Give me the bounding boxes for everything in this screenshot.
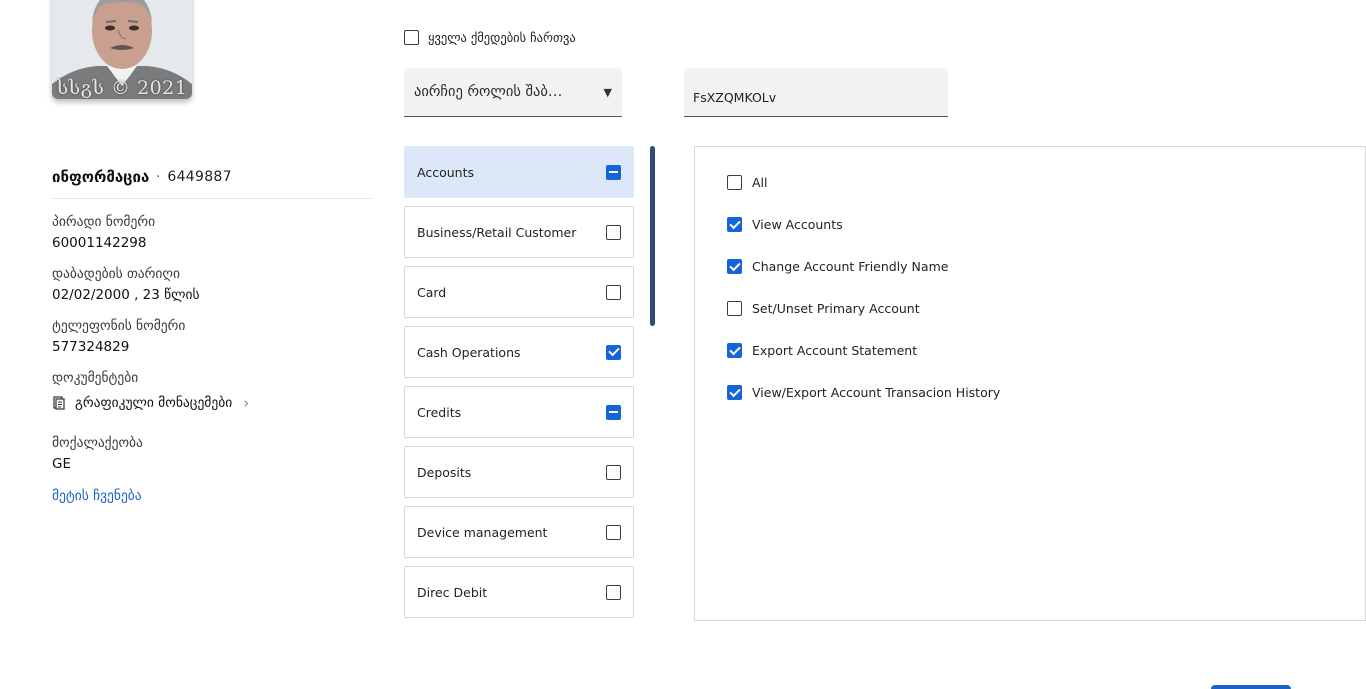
permission-checkbox[interactable] bbox=[727, 301, 742, 316]
permission-checkbox[interactable] bbox=[727, 175, 742, 190]
permission-view-accounts[interactable]: View Accounts bbox=[727, 217, 843, 232]
permission-checkbox[interactable] bbox=[727, 259, 742, 274]
role-template-value: აირჩიე როლის შაბ… bbox=[414, 84, 563, 100]
enable-all-label: ყველა ქმედების ჩართვა bbox=[428, 30, 576, 45]
role-name-value: FsXZQMKOLv bbox=[693, 90, 777, 105]
category-accounts[interactable]: Accounts bbox=[404, 146, 634, 198]
category-scrollbar[interactable] bbox=[650, 146, 655, 326]
personal-number-label: პირადი ნომერი bbox=[52, 214, 156, 230]
category-deposits[interactable]: Deposits bbox=[404, 446, 634, 498]
category-checkbox[interactable] bbox=[606, 164, 621, 180]
citizenship-label: მოქალაქეობა bbox=[52, 435, 143, 451]
document-icon bbox=[53, 396, 65, 410]
phone-label: ტელეფონის ნომერი bbox=[52, 318, 186, 334]
graphic-data-link[interactable]: გრაფიკული მონაცემები › bbox=[52, 394, 249, 412]
role-template-select[interactable]: აირჩიე როლის შაბ… ▼ bbox=[404, 68, 622, 117]
show-more-link[interactable]: მეტის ჩვენება bbox=[52, 488, 142, 504]
phone-value: 577324829 bbox=[52, 339, 130, 355]
permission-label: View/Export Account Transacion History bbox=[752, 385, 1001, 400]
permission-all[interactable]: All bbox=[727, 175, 768, 190]
chevron-down-icon: ▼ bbox=[603, 85, 612, 99]
permission-set-primary-account[interactable]: Set/Unset Primary Account bbox=[727, 301, 920, 316]
chevron-right-icon: › bbox=[243, 394, 250, 412]
category-checkbox[interactable] bbox=[606, 224, 621, 240]
birth-date-field: დაბადების თარიღი 02/02/2000 , 23 წლის bbox=[52, 266, 200, 303]
category-checkbox[interactable] bbox=[606, 464, 621, 480]
graphic-data-label: გრაფიკული მონაცემები bbox=[75, 395, 233, 411]
category-direct-debit[interactable]: Direc Debit bbox=[404, 566, 634, 618]
category-label: Credits bbox=[417, 404, 462, 420]
info-title: ინფორმაცია bbox=[52, 168, 150, 186]
category-checkbox[interactable] bbox=[606, 524, 621, 540]
category-label: Direc Debit bbox=[417, 584, 488, 600]
category-credits[interactable]: Credits bbox=[404, 386, 634, 438]
info-header: ინფორმაცია · 6449887 bbox=[52, 168, 372, 199]
category-checkbox[interactable] bbox=[606, 404, 621, 420]
permission-transaction-history[interactable]: View/Export Account Transacion History bbox=[727, 385, 1000, 400]
permission-label: All bbox=[752, 175, 768, 190]
category-business-retail-customer[interactable]: Business/Retail Customer bbox=[404, 206, 634, 258]
permission-checkbox[interactable] bbox=[727, 385, 742, 400]
permissions-panel: All View Accounts Change Account Friendl… bbox=[694, 146, 1366, 621]
page: სსგს © 2021 ინფორმაცია · 6449887 პირადი … bbox=[0, 0, 1366, 689]
category-device-management[interactable]: Device management bbox=[404, 506, 634, 558]
category-label: Accounts bbox=[417, 164, 474, 180]
phone-field: ტელეფონის ნომერი 577324829 bbox=[52, 318, 185, 355]
info-separator: · bbox=[156, 169, 161, 185]
permission-label: Export Account Statement bbox=[752, 343, 918, 358]
category-label: Cash Operations bbox=[417, 344, 521, 360]
category-card[interactable]: Card bbox=[404, 266, 634, 318]
save-button[interactable] bbox=[1211, 685, 1291, 689]
personal-number-field: პირადი ნომერი 60001142298 bbox=[52, 214, 155, 251]
permission-label: View Accounts bbox=[752, 217, 843, 232]
category-checkbox[interactable] bbox=[606, 284, 621, 300]
permission-checkbox[interactable] bbox=[727, 343, 742, 358]
customer-id: 6449887 bbox=[167, 169, 232, 185]
permission-checkbox[interactable] bbox=[727, 217, 742, 232]
birth-date-label: დაბადების თარიღი bbox=[52, 266, 180, 282]
birth-date-value: 02/02/2000 , 23 წლის bbox=[52, 287, 200, 303]
category-label: Business/Retail Customer bbox=[417, 224, 577, 240]
documents-field: დოკუმენტები გრაფიკული მონაცემები › bbox=[52, 370, 249, 412]
category-label: Device management bbox=[417, 524, 548, 540]
enable-all-box[interactable] bbox=[404, 30, 419, 45]
permission-label: Change Account Friendly Name bbox=[752, 259, 949, 274]
photo-watermark: სსგს © 2021 bbox=[56, 77, 188, 99]
documents-label: დოკუმენტები bbox=[52, 370, 139, 386]
category-checkbox[interactable] bbox=[606, 584, 621, 600]
personal-number-value: 60001142298 bbox=[52, 235, 147, 251]
enable-all-checkbox[interactable]: ყველა ქმედების ჩართვა bbox=[404, 30, 576, 45]
citizenship-field: მოქალაქეობა GE bbox=[52, 435, 143, 472]
category-label: Card bbox=[417, 284, 447, 300]
permission-change-friendly-name[interactable]: Change Account Friendly Name bbox=[727, 259, 948, 274]
citizenship-value: GE bbox=[52, 456, 71, 472]
permission-label: Set/Unset Primary Account bbox=[752, 301, 920, 316]
category-label: Deposits bbox=[417, 464, 472, 480]
category-cash-operations[interactable]: Cash Operations bbox=[404, 326, 634, 378]
customer-photo: სსგს © 2021 bbox=[52, 0, 192, 99]
role-name-input[interactable]: FsXZQMKOLv bbox=[684, 68, 948, 117]
permission-export-statement[interactable]: Export Account Statement bbox=[727, 343, 917, 358]
category-checkbox[interactable] bbox=[606, 344, 621, 360]
